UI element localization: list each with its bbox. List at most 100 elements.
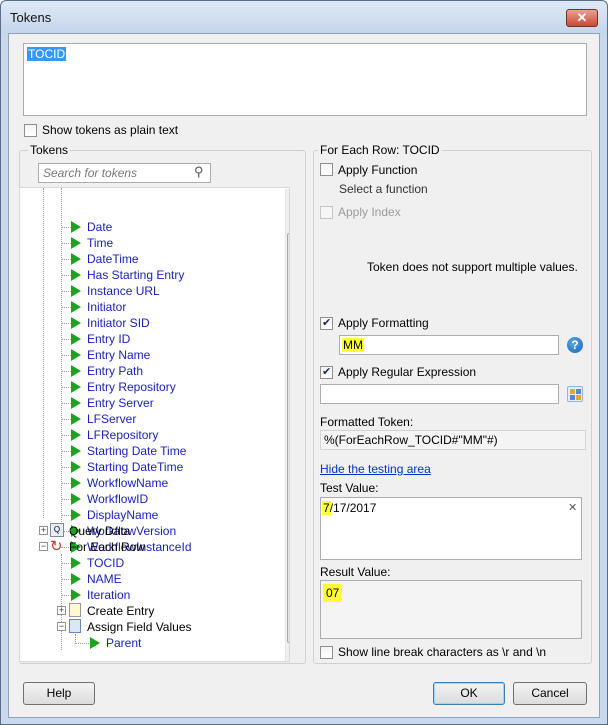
- show-plain-text-label: Show tokens as plain text: [42, 123, 179, 137]
- tree-token-name[interactable]: NAME: [87, 571, 122, 587]
- tree-token-item[interactable]: Has Starting Entry: [87, 267, 184, 283]
- show-plain-text-checkbox[interactable]: [24, 124, 37, 137]
- token-icon: [71, 445, 81, 457]
- tree-guide-line: [61, 435, 71, 436]
- for-each-row-node[interactable]: For Each Row: [69, 539, 145, 555]
- tree-guide-line: [61, 563, 71, 564]
- apply-function-checkbox[interactable]: [320, 163, 333, 176]
- tree-token-item[interactable]: DateTime: [87, 251, 139, 267]
- apply-formatting-checkbox[interactable]: [320, 316, 333, 330]
- token-text-area[interactable]: TOCID: [23, 43, 587, 116]
- tree-token-item[interactable]: DisplayName: [87, 507, 158, 523]
- help-icon[interactable]: ?: [567, 337, 583, 353]
- token-icon: [71, 317, 81, 329]
- title-bar[interactable]: Tokens ✕: [1, 1, 607, 33]
- close-button[interactable]: ✕: [566, 9, 598, 27]
- tree-token-item[interactable]: Entry Server: [87, 395, 154, 411]
- test-value-input[interactable]: 7/17/2017 ✕: [320, 497, 582, 560]
- token-icon: [71, 349, 81, 361]
- token-icon: [71, 573, 81, 585]
- tree-guide-line: [61, 419, 71, 420]
- tree-guide-line: [61, 371, 71, 372]
- tree-guide-line: [43, 188, 44, 518]
- tree-token-item[interactable]: WorkflowName: [87, 475, 168, 491]
- formatted-token-value: %(ForEachRow_TOCID#"MM"#): [324, 433, 498, 447]
- dialog-body: TOCID Show tokens as plain text Tokens S…: [8, 33, 600, 718]
- cancel-button[interactable]: Cancel: [513, 682, 587, 705]
- for-each-row-expander[interactable]: −: [39, 542, 48, 551]
- tree-guide-line: [61, 595, 71, 596]
- tree-token-parent[interactable]: Parent: [106, 635, 141, 651]
- token-search-placeholder: Search for tokens: [43, 166, 138, 180]
- tree-token-item[interactable]: WorkflowID: [87, 491, 148, 507]
- token-icon: [71, 301, 81, 313]
- test-value-text: 7/17/2017: [322, 501, 377, 515]
- tree-scrollbar[interactable]: ▲ ≡ ▼: [285, 189, 289, 661]
- apply-function-label: Apply Function: [338, 163, 418, 177]
- tokens-group-title: Tokens: [28, 143, 71, 157]
- regex-input[interactable]: [320, 384, 559, 404]
- tree-token-item[interactable]: Entry Name: [87, 347, 150, 363]
- token-icon: [71, 461, 81, 473]
- tree-token-item[interactable]: LFServer: [87, 411, 136, 427]
- tree-token-item[interactable]: LFRepository: [87, 427, 158, 443]
- tree-guide-line: [61, 291, 71, 292]
- tree-guide-line: [61, 387, 71, 388]
- tree-guide-line: [61, 579, 71, 580]
- tree-token-item[interactable]: Instance URL: [87, 283, 160, 299]
- hide-testing-link[interactable]: Hide the testing area: [320, 462, 431, 476]
- tree-guide-line: [61, 355, 71, 356]
- scroll-thumb[interactable]: ≡: [287, 233, 289, 643]
- assign-field-values-node[interactable]: Assign Field Values: [87, 619, 192, 635]
- clear-icon[interactable]: ✕: [568, 501, 577, 514]
- tree-token-item[interactable]: Starting DateTime: [87, 459, 183, 475]
- tree-token-item[interactable]: Starting Date Time: [87, 443, 186, 459]
- search-icon[interactable]: ⚲: [194, 164, 204, 180]
- tree-token-item[interactable]: Entry Repository: [87, 379, 176, 395]
- token-search-input[interactable]: Search for tokens ⚲: [38, 163, 211, 183]
- tree-guide-line: [61, 323, 71, 324]
- tree-guide-line: [75, 643, 89, 644]
- tree-guide-line: [61, 554, 62, 650]
- tree-token-item[interactable]: Entry Path: [87, 363, 143, 379]
- result-value-label: Result Value:: [320, 565, 391, 579]
- assign-field-values-icon: [69, 619, 81, 633]
- format-input[interactable]: MM: [339, 335, 559, 355]
- token-options-title: For Each Row: TOCID: [318, 143, 442, 157]
- token-tree: Date Time DateTime Has Starting Entry Instan…: [19, 187, 290, 662]
- assign-field-values-expander[interactable]: −: [57, 622, 66, 631]
- window-title: Tokens: [10, 10, 52, 25]
- tree-token-iteration[interactable]: Iteration: [87, 587, 130, 603]
- tree-guide-line: [61, 275, 71, 276]
- scroll-down-arrow[interactable]: ▼: [286, 646, 289, 661]
- tree-token-item[interactable]: Entry ID: [87, 331, 130, 347]
- tree-token-tocid[interactable]: TOCID: [87, 555, 124, 571]
- tree-token-item[interactable]: Initiator: [87, 299, 126, 315]
- token-text: TOCID: [27, 47, 67, 61]
- token-icon: [71, 493, 81, 505]
- query-data-expander[interactable]: +: [39, 526, 48, 535]
- tree-guide-line: [61, 467, 71, 468]
- formatted-token-box: %(ForEachRow_TOCID#"MM"#): [320, 430, 586, 450]
- query-data-node[interactable]: Query Data: [69, 523, 130, 539]
- tree-token-item[interactable]: Time: [87, 235, 113, 251]
- tree-token-item[interactable]: Initiator SID: [87, 315, 150, 331]
- select-function-text[interactable]: Select a function: [339, 182, 428, 196]
- token-icon: [90, 637, 100, 649]
- tree-guide-line: [61, 483, 71, 484]
- tree-token-item[interactable]: Date: [87, 219, 112, 235]
- regex-builder-icon[interactable]: [567, 386, 583, 402]
- apply-formatting-label: Apply Formatting: [338, 316, 429, 330]
- apply-index-label: Apply Index: [338, 205, 401, 219]
- line-break-checkbox[interactable]: [320, 646, 333, 659]
- tokens-dialog: Tokens ✕ TOCID Show tokens as plain text…: [0, 0, 608, 725]
- ok-button[interactable]: OK: [433, 682, 505, 705]
- result-value: 07: [323, 584, 343, 602]
- create-entry-node[interactable]: Create Entry: [87, 603, 154, 619]
- apply-index-checkbox[interactable]: [320, 206, 333, 219]
- help-button[interactable]: Help: [23, 682, 95, 705]
- create-entry-expander[interactable]: +: [57, 606, 66, 615]
- line-break-label: Show line break characters as \r and \n: [338, 645, 547, 659]
- apply-regex-checkbox[interactable]: [320, 365, 333, 379]
- scroll-up-arrow[interactable]: ▲: [286, 189, 289, 205]
